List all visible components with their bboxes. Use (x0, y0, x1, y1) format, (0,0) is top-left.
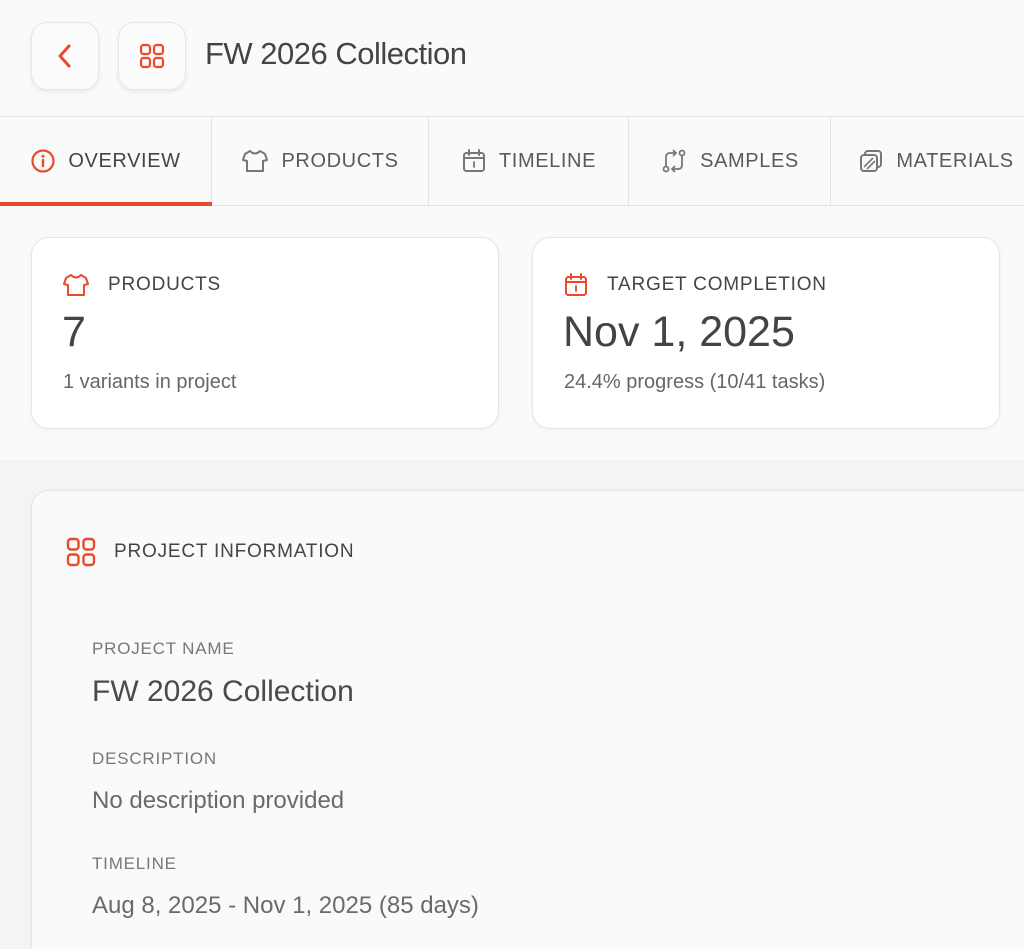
page-title: FW 2026 Collection (205, 36, 467, 71)
description-label: DESCRIPTION (92, 749, 217, 768)
target-completion-card: TARGET COMPLETION Nov 1, 2025 24.4% prog… (532, 237, 1000, 429)
stats-section: PRODUCTS 7 1 variants in project TARGET … (0, 206, 1024, 460)
timeline-label: TIMELINE (92, 854, 177, 873)
tab-label: TIMELINE (498, 149, 597, 172)
tab-products[interactable]: PRODUCTS (212, 117, 429, 205)
tab-bar: OVERVIEW PRODUCTS TIMELINE SAMPLES MATER… (0, 116, 1024, 206)
tab-label: SAMPLES (700, 149, 799, 172)
tab-materials[interactable]: MATERIALS (831, 117, 1024, 205)
arrows-exchange-icon (660, 148, 688, 174)
stat-label: TARGET COMPLETION (607, 274, 827, 295)
back-button[interactable] (31, 22, 99, 90)
chevron-left-icon (54, 43, 76, 69)
products-stat-card: PRODUCTS 7 1 variants in project (31, 237, 499, 429)
tab-timeline[interactable]: TIMELINE (429, 117, 629, 205)
tab-label: MATERIALS (896, 149, 1014, 172)
tab-samples[interactable]: SAMPLES (629, 117, 831, 205)
description-value: No description provided (92, 787, 345, 814)
calendar-icon (563, 272, 589, 298)
project-name-value: FW 2026 Collection (92, 675, 354, 708)
shirt-icon (241, 148, 269, 174)
layers-icon (858, 148, 884, 174)
calendar-icon (461, 148, 487, 174)
grid-icon (139, 43, 165, 69)
tab-overview[interactable]: OVERVIEW (0, 117, 212, 206)
grid-icon (66, 537, 96, 567)
project-information-card: PROJECT INFORMATION PROJECT NAME FW 2026… (31, 490, 1024, 949)
section-title: PROJECT INFORMATION (114, 541, 355, 562)
target-date: Nov 1, 2025 (563, 308, 795, 356)
project-name-label: PROJECT NAME (92, 639, 235, 658)
progress-subtext: 24.4% progress (10/41 tasks) (564, 371, 826, 393)
products-count: 7 (62, 308, 86, 356)
info-circle-icon (30, 148, 56, 174)
tab-label: PRODUCTS (281, 149, 399, 172)
products-subtext: 1 variants in project (63, 371, 237, 393)
header: FW 2026 Collection (0, 0, 1024, 116)
timeline-value: Aug 8, 2025 - Nov 1, 2025 (85 days) (92, 892, 479, 919)
stat-label: PRODUCTS (108, 274, 222, 295)
shirt-icon (62, 272, 90, 298)
tab-label: OVERVIEW (68, 149, 181, 172)
project-icon-button[interactable] (118, 22, 186, 90)
